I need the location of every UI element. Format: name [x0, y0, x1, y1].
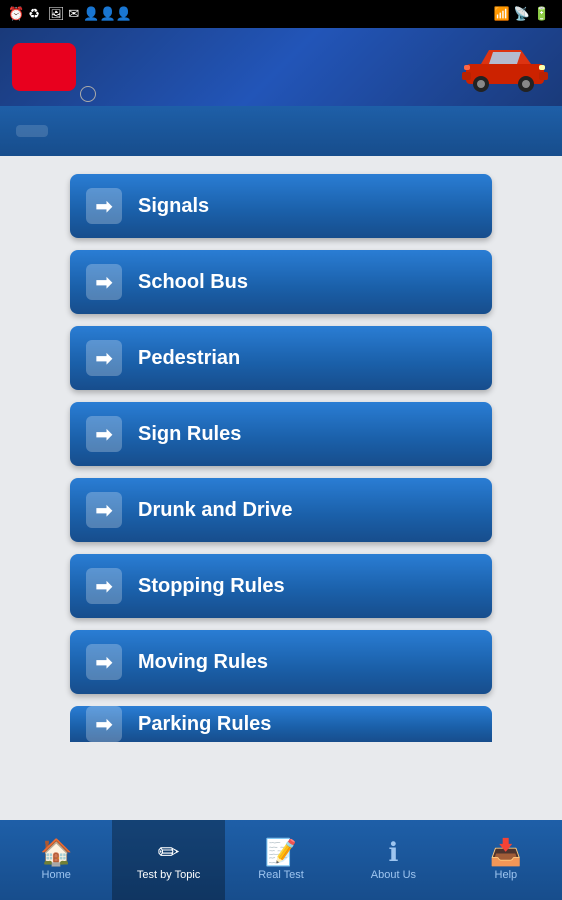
bottom-nav: 🏠 Home ✏ Test by Topic 📝 Real Test ℹ Abo…	[0, 820, 562, 900]
battery-icon: 🔋	[534, 6, 550, 22]
nav-icon-test-by-topic: ✏	[158, 839, 180, 865]
nav-label-real-test: Real Test	[258, 869, 304, 881]
nav-label-help: Help	[495, 869, 518, 881]
arrow-icon-drunk-and-drive: ➡	[86, 492, 122, 528]
category-btn-drunk-and-drive[interactable]: ➡ Drunk and Drive	[70, 478, 492, 542]
nav-label-about-us: About Us	[371, 869, 416, 881]
nav-item-test-by-topic[interactable]: ✏ Test by Topic	[112, 820, 224, 900]
category-label-sign-rules: Sign Rules	[138, 423, 241, 446]
signal-icon: 📡	[514, 6, 530, 22]
arrow-icon-stopping-rules: ➡	[86, 568, 122, 604]
nav-item-help[interactable]: 📥 Help	[450, 820, 562, 900]
recycle-icon: ♻	[28, 6, 40, 22]
nav-item-real-test[interactable]: 📝 Real Test	[225, 820, 337, 900]
ad-info-button[interactable]	[80, 86, 96, 102]
category-label-stopping-rules: Stopping Rules	[138, 575, 285, 598]
ask-logo	[12, 43, 76, 91]
status-bar-left: ⏰ ♻ 🖼 ✉ 👤👤👤	[8, 6, 132, 22]
nav-item-home[interactable]: 🏠 Home	[0, 820, 112, 900]
nav-label-test-by-topic: Test by Topic	[137, 869, 200, 881]
category-label-drunk-and-drive: Drunk and Drive	[138, 499, 292, 522]
arrow-icon-sign-rules: ➡	[86, 416, 122, 452]
wifi-icon: 📶	[493, 6, 509, 22]
status-bar: ⏰ ♻ 🖼 ✉ 👤👤👤 📶 📡 🔋	[0, 0, 562, 28]
main-content: ➡ Signals ➡ School Bus ➡ Pedestrian ➡ Si…	[0, 156, 562, 820]
category-label-school-bus: School Bus	[138, 271, 248, 294]
category-btn-stopping-rules[interactable]: ➡ Stopping Rules	[70, 554, 492, 618]
nav-icon-about-us: ℹ	[388, 839, 398, 865]
ad-banner[interactable]	[0, 28, 562, 106]
arrow-icon-parking-rules: ➡	[86, 706, 122, 742]
category-btn-sign-rules[interactable]: ➡ Sign Rules	[70, 402, 492, 466]
arrow-icon-pedestrian: ➡	[86, 340, 122, 376]
arrow-icon-moving-rules: ➡	[86, 644, 122, 680]
ad-car-image	[460, 40, 550, 95]
nav-label-home: Home	[42, 869, 71, 881]
nav-item-about-us[interactable]: ℹ About Us	[337, 820, 449, 900]
arrow-icon-signals: ➡	[86, 188, 122, 224]
user-icons: 👤👤👤	[83, 6, 132, 22]
arrow-icon-school-bus: ➡	[86, 264, 122, 300]
nav-icon-real-test: 📝	[265, 839, 297, 865]
category-btn-signals[interactable]: ➡ Signals	[70, 174, 492, 238]
alarm-icon: ⏰	[8, 6, 24, 22]
category-btn-moving-rules[interactable]: ➡ Moving Rules	[70, 630, 492, 694]
status-bar-right: 📶 📡 🔋	[493, 6, 554, 22]
nav-icon-help: 📥	[490, 839, 522, 865]
category-btn-pedestrian[interactable]: ➡ Pedestrian	[70, 326, 492, 390]
nav-icon-home: 🏠	[40, 839, 72, 865]
message-icon: ✉	[68, 6, 79, 22]
category-btn-school-bus[interactable]: ➡ School Bus	[70, 250, 492, 314]
category-label-parking-rules: Parking Rules	[138, 713, 271, 736]
category-label-pedestrian: Pedestrian	[138, 347, 240, 370]
category-label-moving-rules: Moving Rules	[138, 651, 268, 674]
page-title	[16, 125, 48, 137]
page-header	[0, 106, 562, 156]
category-label-signals: Signals	[138, 195, 209, 218]
category-btn-parking-rules[interactable]: ➡ Parking Rules	[70, 706, 492, 742]
image-icon: 🖼	[48, 6, 65, 22]
